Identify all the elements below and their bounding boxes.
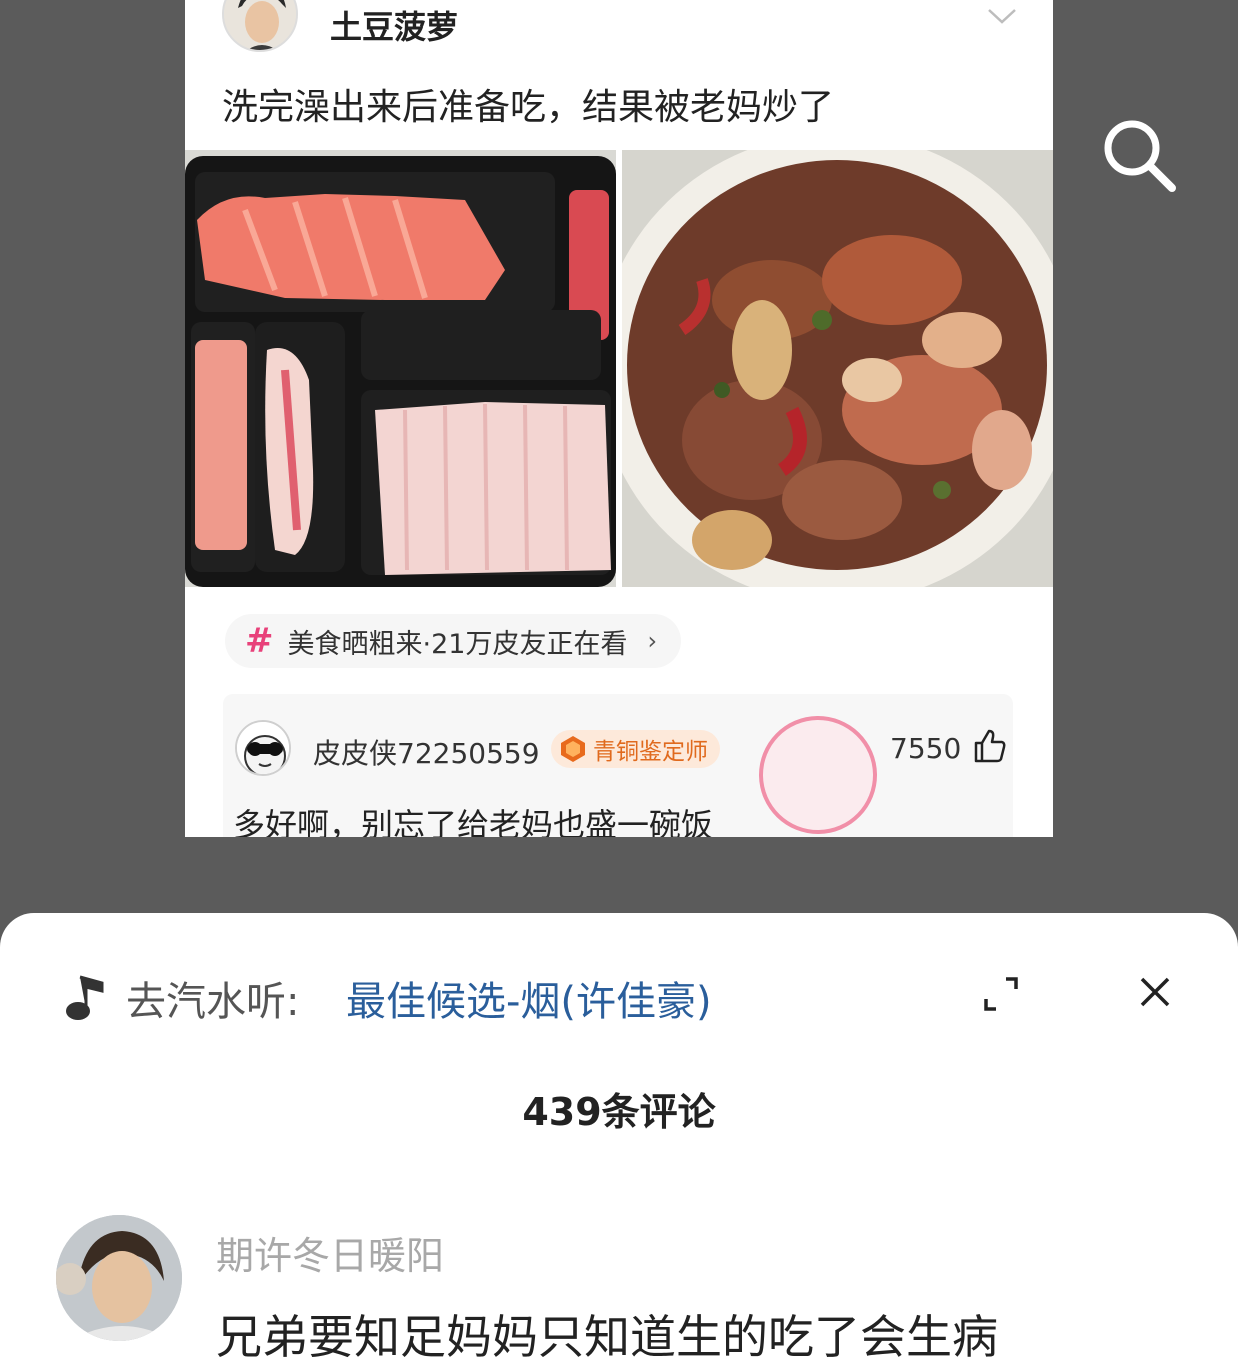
music-note-icon[interactable] <box>62 973 106 1021</box>
comment-text: 兄弟要知足妈妈只知道生的吃了会生病 <box>216 1310 998 1364</box>
medal-icon <box>561 736 585 762</box>
comments-sheet: 去汽水听: 最佳候选-烟(许佳豪) 439条评论 期许冬日暖阳 兄弟要知足妈妈只… <box>0 913 1238 1370</box>
hot-comment[interactable]: 皮皮侠72250559 青铜鉴定师 7550 多好啊，别忘了给老妈也盛一碗饭 <box>223 694 1013 837</box>
hot-comment-text: 多好啊，别忘了给老妈也盛一碗饭 <box>233 806 714 837</box>
badge-label: 青铜鉴定师 <box>593 739 708 765</box>
expand-icon[interactable] <box>982 975 1020 1013</box>
close-icon[interactable] <box>1138 975 1172 1009</box>
thumbs-up-icon[interactable] <box>973 728 1007 764</box>
music-link[interactable]: 最佳候选-烟(许佳豪) <box>346 969 712 1027</box>
stir-fry-photo[interactable] <box>622 150 1053 587</box>
search-icon[interactable] <box>1100 116 1178 194</box>
author-avatar[interactable] <box>222 0 298 52</box>
like-count: 7550 <box>890 732 962 765</box>
post-card: 土豆菠萝 洗完澡出来后准备吃，结果被老妈炒了 # 美食晒粗来·21万皮友正在看 … <box>185 0 1053 837</box>
comment-username[interactable]: 期许冬日暖阳 <box>216 1225 444 1280</box>
author-name[interactable]: 土豆菠萝 <box>330 2 458 48</box>
sashimi-photo[interactable] <box>185 150 616 587</box>
rank-badge: 青铜鉴定师 <box>551 730 720 768</box>
chevron-right-icon: › <box>647 627 658 655</box>
comment-count: 439条评论 <box>522 1090 716 1134</box>
commenter-avatar[interactable] <box>235 720 291 776</box>
music-prefix: 去汽水听: <box>126 979 300 1025</box>
hashtag-icon: # <box>245 621 274 661</box>
comment-avatar[interactable] <box>56 1215 182 1341</box>
god-comment-stamp <box>748 705 888 837</box>
chevron-down-icon[interactable] <box>985 4 1019 28</box>
post-text: 洗完澡出来后准备吃，结果被老妈炒了 <box>222 87 835 128</box>
commenter-name[interactable]: 皮皮侠72250559 <box>313 732 540 772</box>
topic-chip[interactable]: # 美食晒粗来·21万皮友正在看 › <box>225 614 682 668</box>
topic-label: 美食晒粗来·21万皮友正在看 <box>287 628 628 660</box>
